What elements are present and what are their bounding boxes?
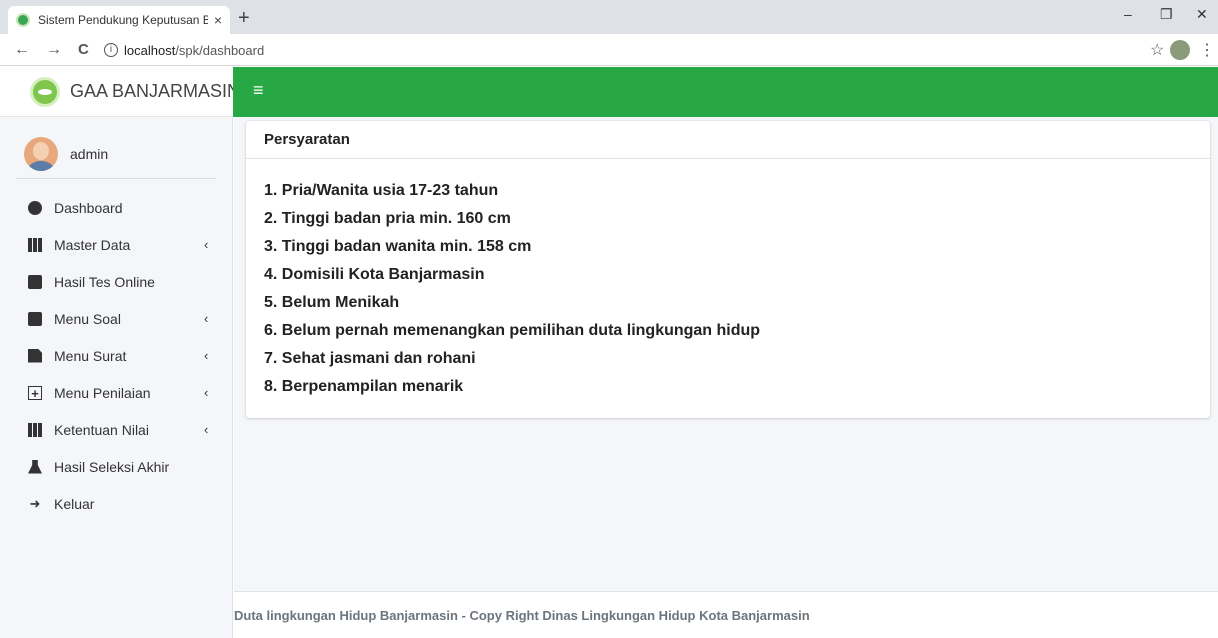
- bookmark-star-icon[interactable]: ☆: [1150, 40, 1164, 60]
- plus-square-icon: +: [28, 385, 42, 400]
- user-panel: admin: [16, 129, 216, 179]
- th-icon: [28, 422, 42, 437]
- url-input[interactable]: i localhost /spk/dashboard: [104, 39, 1134, 61]
- tachometer-icon: [28, 200, 42, 215]
- chevron-left-icon: ‹: [204, 385, 209, 400]
- requirement-item: 3. Tinggi badan wanita min. 158 cm: [264, 238, 532, 255]
- close-window-button[interactable]: ✕: [1196, 6, 1208, 23]
- square-icon: [28, 311, 42, 326]
- tab-title: Sistem Pendukung Keputusan Be: [38, 13, 208, 27]
- sidebar-item-label: Master Data: [54, 236, 131, 253]
- sidebar-item-label: Ketentuan Nilai: [54, 421, 149, 438]
- tab-close-icon[interactable]: ×: [214, 12, 222, 28]
- file-icon: [28, 348, 42, 363]
- chevron-left-icon: ‹: [204, 311, 209, 326]
- footer-text: Duta lingkungan Hidup Banjarmasin - Copy…: [234, 607, 810, 623]
- brand-name: GAA BANJARMASIN: [70, 81, 241, 101]
- profile-avatar[interactable]: [1170, 40, 1190, 60]
- info-icon[interactable]: i: [104, 43, 118, 57]
- card-title: Persyaratan: [246, 121, 1210, 159]
- sidebar-item-label: Menu Penilaian: [54, 384, 151, 401]
- forward-button[interactable]: →: [46, 41, 62, 59]
- sidebar-menu: Dashboard Master Data ‹ Hasil Tes Online…: [0, 189, 233, 522]
- sidebar-item-dashboard[interactable]: Dashboard: [0, 189, 233, 226]
- address-bar: ← → C i localhost /spk/dashboard ☆ ⋮: [0, 34, 1218, 66]
- sidebar-item-label: Menu Surat: [54, 347, 127, 364]
- requirement-item: 7. Sehat jasmani dan rohani: [264, 350, 476, 367]
- favicon-icon: [16, 13, 30, 27]
- flask-icon: [28, 459, 42, 474]
- card-body: 1. Pria/Wanita usia 17-23 tahun 2. Tingg…: [246, 159, 1210, 401]
- requirement-item: 1. Pria/Wanita usia 17-23 tahun: [264, 182, 499, 199]
- sidebar-item-label: Menu Soal: [54, 310, 121, 327]
- sidebar-item-hasil-seleksi-akhir[interactable]: Hasil Seleksi Akhir: [0, 448, 233, 485]
- top-navbar: ≡: [233, 67, 1218, 117]
- reload-button[interactable]: C: [78, 41, 89, 58]
- requirement-item: 8. Berpenampilan menarik: [264, 378, 464, 395]
- chevron-left-icon: ‹: [204, 237, 209, 252]
- sidebar-item-label: Keluar: [54, 495, 95, 512]
- sidebar-item-label: Hasil Tes Online: [54, 273, 155, 290]
- content-wrapper: Persyaratan 1. Pria/Wanita usia 17-23 ta…: [234, 117, 1218, 591]
- minimize-button[interactable]: –: [1124, 6, 1132, 22]
- chevron-left-icon: ‹: [204, 348, 209, 363]
- th-icon: [28, 237, 42, 252]
- brand-link[interactable]: GAA BANJARMASIN: [0, 67, 240, 117]
- requirement-item: 5. Belum Menikah: [264, 294, 400, 311]
- sidebar-item-menu-soal[interactable]: Menu Soal ‹: [0, 300, 233, 337]
- sidebar-toggle-icon[interactable]: ≡: [253, 80, 264, 101]
- url-path: /spk/dashboard: [175, 42, 265, 58]
- sidebar-item-hasil-tes-online[interactable]: Hasil Tes Online: [0, 263, 233, 300]
- chevron-left-icon: ‹: [204, 422, 209, 437]
- sidebar-item-menu-penilaian[interactable]: + Menu Penilaian ‹: [0, 374, 233, 411]
- browser-tab[interactable]: Sistem Pendukung Keputusan Be ×: [8, 6, 230, 34]
- requirement-item: 4. Domisili Kota Banjarmasin: [264, 266, 485, 283]
- sidebar-item-master-data[interactable]: Master Data ‹: [0, 226, 233, 263]
- browser-tab-bar: Sistem Pendukung Keputusan Be × + – ❐ ✕: [0, 0, 1218, 34]
- requirement-item: 2. Tinggi badan pria min. 160 cm: [264, 210, 511, 227]
- clone-icon: [28, 274, 42, 289]
- new-tab-button[interactable]: +: [238, 8, 250, 28]
- requirements-card: Persyaratan 1. Pria/Wanita usia 17-23 ta…: [246, 121, 1210, 418]
- maximize-button[interactable]: ❐: [1160, 6, 1173, 23]
- sidebar: admin Dashboard Master Data ‹ Hasil Tes …: [0, 117, 233, 638]
- sign-out-icon: ➜: [29, 495, 41, 511]
- back-button[interactable]: ←: [14, 41, 30, 59]
- page-footer: Duta lingkungan Hidup Banjarmasin - Copy…: [234, 591, 1218, 638]
- url-host: localhost: [124, 42, 176, 58]
- sidebar-item-menu-surat[interactable]: Menu Surat ‹: [0, 337, 233, 374]
- brand-logo: [30, 76, 60, 107]
- requirement-item: 6. Belum pernah memenangkan pemilihan du…: [264, 322, 761, 339]
- sidebar-item-keluar[interactable]: ➜ Keluar: [0, 485, 233, 522]
- sidebar-item-ketentuan-nilai[interactable]: Ketentuan Nilai ‹: [0, 411, 233, 448]
- browser-menu-icon[interactable]: ⋮: [1199, 40, 1215, 60]
- user-avatar: [24, 136, 58, 171]
- username[interactable]: admin: [70, 146, 108, 162]
- sidebar-item-label: Hasil Seleksi Akhir: [54, 458, 170, 475]
- sidebar-item-label: Dashboard: [54, 199, 123, 216]
